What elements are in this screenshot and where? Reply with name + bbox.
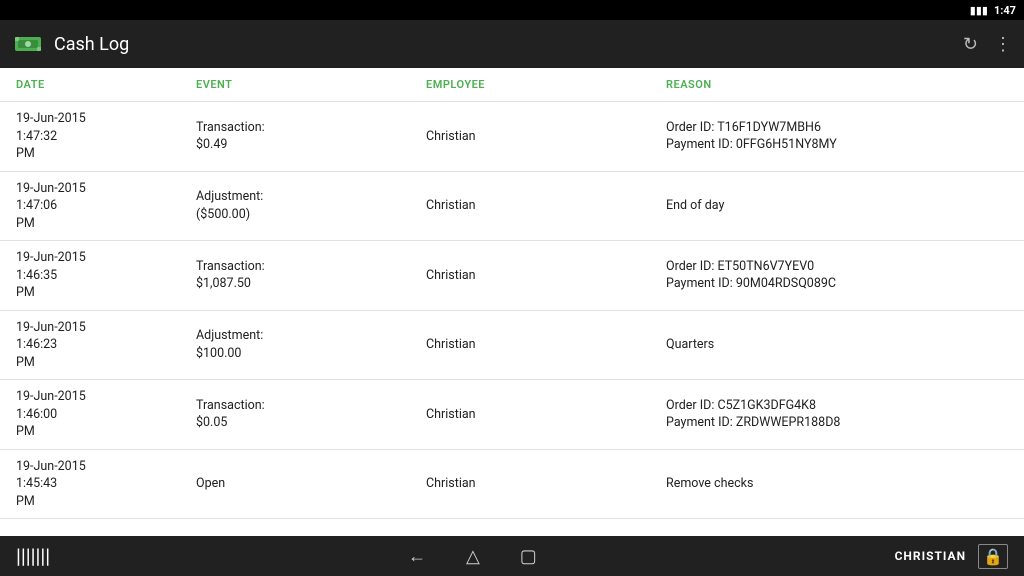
bottom-nav-right: CHRISTIAN 🔒 bbox=[895, 544, 1008, 569]
cash-log-table-container: DATE EVENT EMPLOYEE REASON 19-Jun-20151:… bbox=[0, 68, 1024, 536]
col-header-date: DATE bbox=[0, 68, 180, 102]
recents-button[interactable]: ▢ bbox=[520, 546, 537, 567]
table-header-row: DATE EVENT EMPLOYEE REASON bbox=[0, 68, 1024, 102]
bottom-nav: ||||||| ← △ ▢ CHRISTIAN 🔒 bbox=[0, 536, 1024, 576]
cell-event: Adjustment:($500.00) bbox=[180, 171, 410, 241]
status-icons: ▮▮▮ bbox=[970, 4, 988, 17]
table-row: 19-Jun-20151:47:06PMAdjustment:($500.00)… bbox=[0, 171, 1024, 241]
cell-event: Transaction:$0.05 bbox=[180, 380, 410, 450]
cash-log-table: DATE EVENT EMPLOYEE REASON 19-Jun-20151:… bbox=[0, 68, 1024, 519]
back-button[interactable]: ← bbox=[408, 546, 426, 567]
cell-event: Transaction:$1,087.50 bbox=[180, 241, 410, 311]
col-header-reason: REASON bbox=[650, 68, 1024, 102]
cell-date: 19-Jun-20151:46:35PM bbox=[0, 241, 180, 311]
status-bar: ▮▮▮ 1:47 bbox=[0, 0, 1024, 20]
cell-employee: Christian bbox=[410, 241, 650, 311]
cell-employee: Christian bbox=[410, 310, 650, 380]
table-row: 19-Jun-20151:46:00PMTransaction:$0.05Chr… bbox=[0, 380, 1024, 450]
table-row: 19-Jun-20151:46:23PMAdjustment:$100.00Ch… bbox=[0, 310, 1024, 380]
cell-reason: Order ID: ET50TN6V7YEV0Payment ID: 90M04… bbox=[650, 241, 1024, 311]
refresh-button[interactable]: ↻ bbox=[963, 34, 978, 55]
cell-event: Transaction:$0.49 bbox=[180, 102, 410, 172]
employee-name-label: CHRISTIAN bbox=[895, 549, 967, 563]
status-time: 1:47 bbox=[994, 4, 1016, 17]
battery-icon: ▮▮▮ bbox=[970, 4, 988, 17]
cell-employee: Christian bbox=[410, 102, 650, 172]
table-row: 19-Jun-20151:47:32PMTransaction:$0.49Chr… bbox=[0, 102, 1024, 172]
col-header-event: EVENT bbox=[180, 68, 410, 102]
cell-employee: Christian bbox=[410, 171, 650, 241]
cell-date: 19-Jun-20151:45:43PM bbox=[0, 449, 180, 519]
app-title: Cash Log bbox=[54, 34, 963, 55]
cell-date: 19-Jun-20151:47:06PM bbox=[0, 171, 180, 241]
cell-employee: Christian bbox=[410, 380, 650, 450]
col-header-employee: EMPLOYEE bbox=[410, 68, 650, 102]
nav-buttons: ← △ ▢ bbox=[408, 546, 537, 567]
cell-employee: Christian bbox=[410, 449, 650, 519]
cell-date: 19-Jun-20151:46:23PM bbox=[0, 310, 180, 380]
cash-log-icon bbox=[13, 29, 43, 59]
cell-event: Open bbox=[180, 449, 410, 519]
app-logo bbox=[12, 28, 44, 60]
cell-reason: Quarters bbox=[650, 310, 1024, 380]
table-row: 19-Jun-20151:45:43PMOpenChristianRemove … bbox=[0, 449, 1024, 519]
table-row: 19-Jun-20151:46:35PMTransaction:$1,087.5… bbox=[0, 241, 1024, 311]
cell-reason: Order ID: T16F1DYW7MBH6Payment ID: 0FFG6… bbox=[650, 102, 1024, 172]
cell-event: Adjustment:$100.00 bbox=[180, 310, 410, 380]
cell-reason: Order ID: C5Z1GK3DFG4K8Payment ID: ZRDWW… bbox=[650, 380, 1024, 450]
home-button[interactable]: △ bbox=[466, 546, 480, 567]
cell-reason: Remove checks bbox=[650, 449, 1024, 519]
overflow-menu-button[interactable]: ⋮ bbox=[994, 34, 1012, 55]
lock-icon[interactable]: 🔒 bbox=[978, 544, 1008, 569]
cell-reason: End of day bbox=[650, 171, 1024, 241]
app-bar: Cash Log ↻ ⋮ bbox=[0, 20, 1024, 68]
cell-date: 19-Jun-20151:47:32PM bbox=[0, 102, 180, 172]
barcode-icon: ||||||| bbox=[16, 544, 50, 568]
cell-date: 19-Jun-20151:46:00PM bbox=[0, 380, 180, 450]
app-bar-actions: ↻ ⋮ bbox=[963, 34, 1012, 55]
